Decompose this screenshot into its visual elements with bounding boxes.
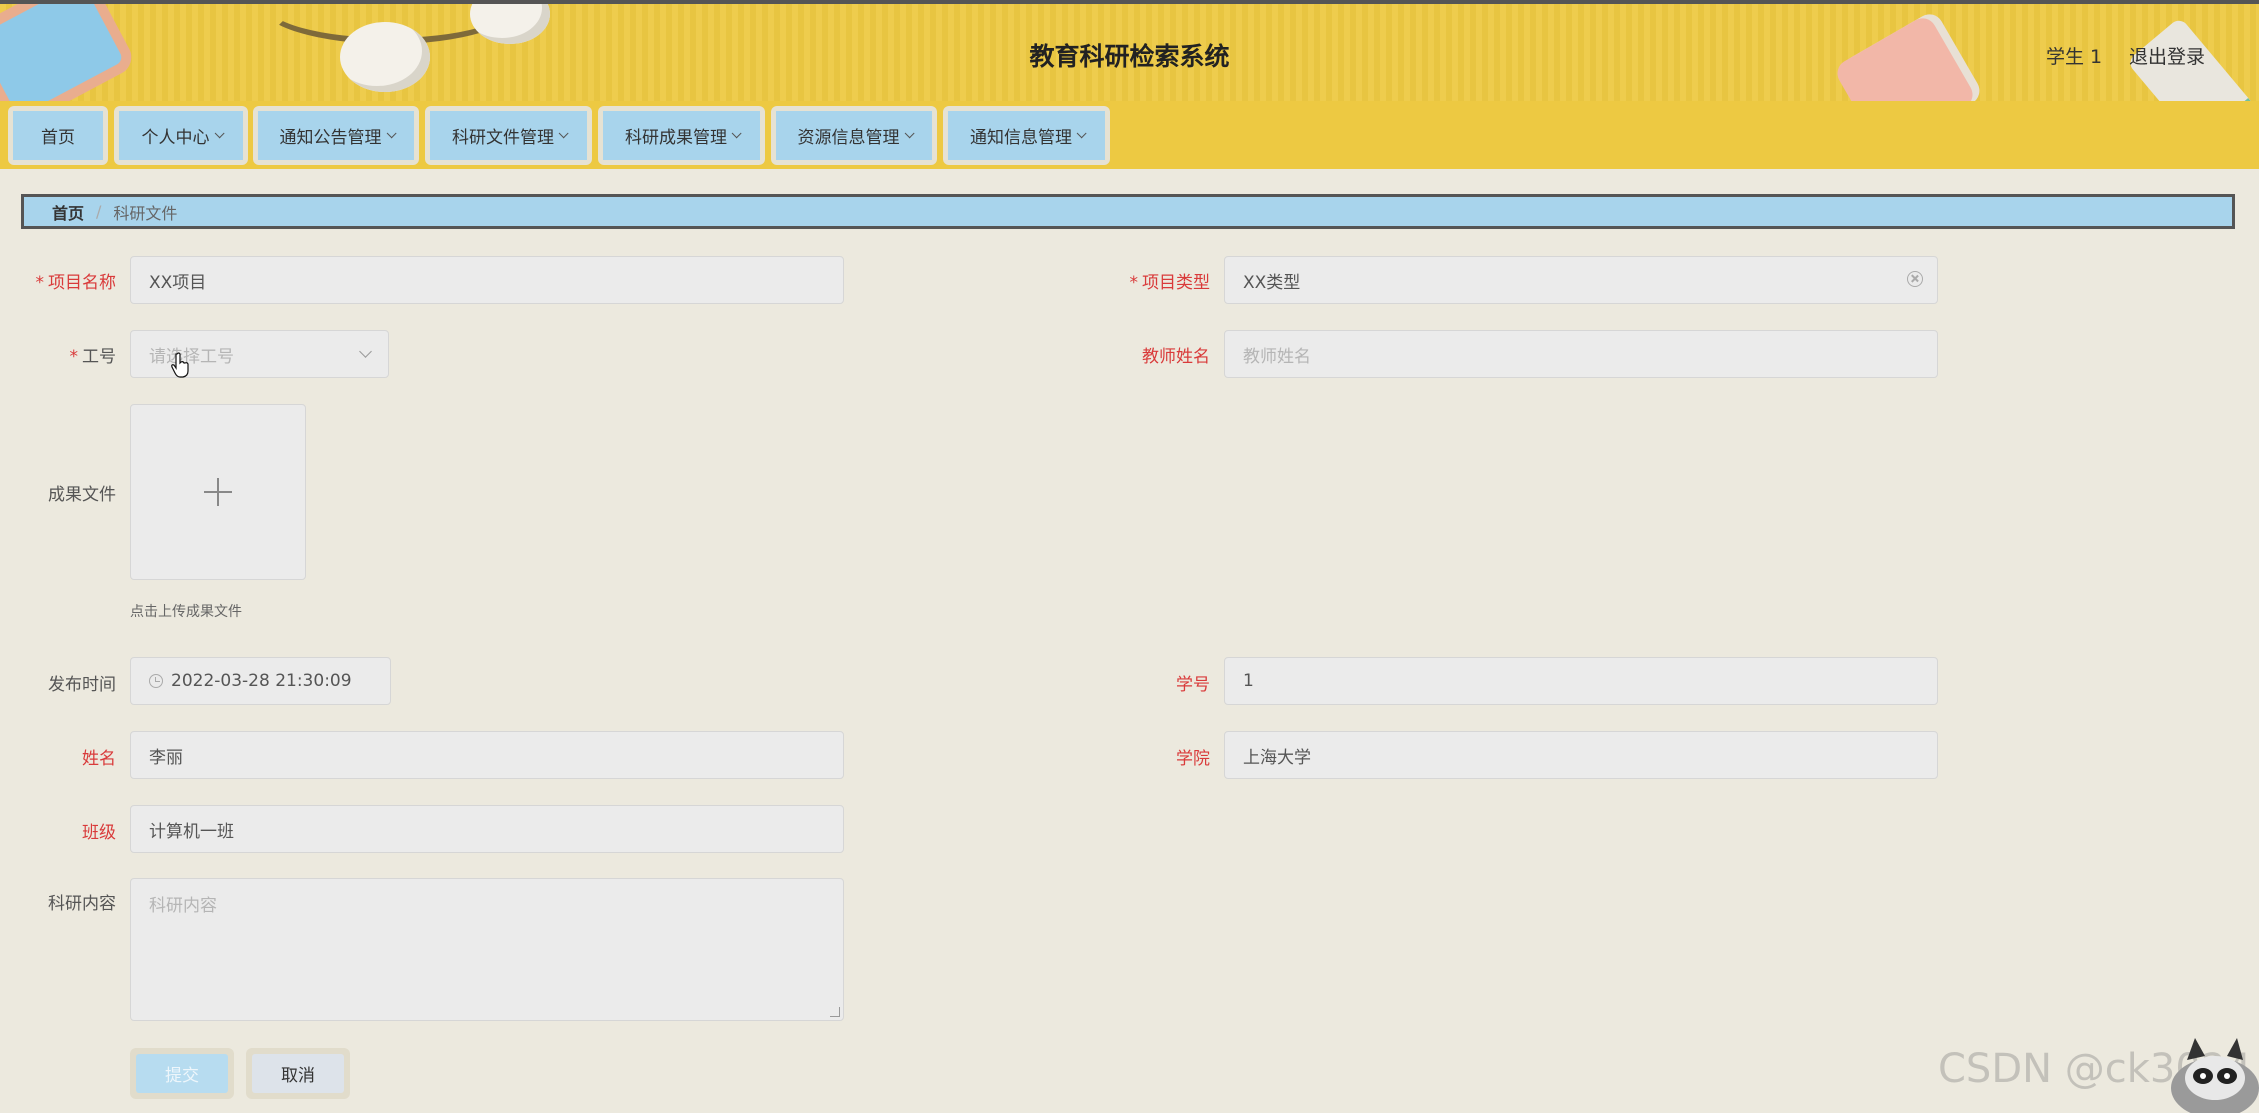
nav-item-research-file-management[interactable]: 科研文件管理 bbox=[425, 106, 592, 165]
project-type-input[interactable]: XX类型 bbox=[1224, 256, 1938, 304]
nav-item-personal-center[interactable]: 个人中心 bbox=[114, 106, 248, 165]
project-type-value: XX类型 bbox=[1243, 272, 1301, 293]
chevron-down-icon bbox=[386, 128, 397, 139]
chevron-down-icon bbox=[904, 128, 915, 139]
chevron-down-icon bbox=[359, 345, 372, 358]
breadcrumb-separator: / bbox=[96, 202, 102, 221]
nav-item-label: 个人中心 bbox=[141, 128, 210, 148]
submit-button-wrapper: 提交 bbox=[130, 1048, 234, 1099]
class-input[interactable]: 计算机一班 bbox=[130, 805, 844, 853]
cancel-button[interactable]: 取消 bbox=[252, 1054, 344, 1093]
cancel-button-wrapper: 取消 bbox=[246, 1048, 350, 1099]
student-no-label: 学号 bbox=[1176, 675, 1210, 695]
clock-icon bbox=[149, 674, 163, 688]
content-placeholder: 科研内容 bbox=[149, 896, 217, 916]
chevron-down-icon bbox=[731, 128, 742, 139]
hand-cursor-icon bbox=[171, 352, 189, 378]
nav-item-label: 科研文件管理 bbox=[452, 128, 554, 148]
content-textarea[interactable]: 科研内容 bbox=[130, 878, 844, 1021]
nav-item-label: 资源信息管理 bbox=[797, 128, 900, 148]
breadcrumb-home[interactable]: 首页 bbox=[52, 200, 84, 224]
college-value: 上海大学 bbox=[1243, 747, 1311, 768]
app-title: 教育科研检索系统 bbox=[1029, 42, 1230, 71]
result-file-label: 成果文件 bbox=[48, 485, 116, 505]
publish-time-picker[interactable]: 2022-03-28 21:30:09 bbox=[130, 657, 391, 705]
class-value: 计算机一班 bbox=[149, 821, 234, 842]
teacher-name-input[interactable]: 教师姓名 bbox=[1224, 330, 1938, 378]
submit-button[interactable]: 提交 bbox=[136, 1054, 228, 1093]
breadcrumb-current: 科研文件 bbox=[113, 203, 178, 223]
name-value: 李丽 bbox=[149, 747, 183, 768]
name-input[interactable]: 李丽 bbox=[130, 731, 844, 779]
class-label: 班级 bbox=[82, 823, 116, 843]
chevron-down-icon bbox=[1076, 128, 1087, 139]
clear-icon[interactable] bbox=[1907, 271, 1923, 287]
student-no-input[interactable]: 1 bbox=[1224, 657, 1938, 705]
nav-item-research-result-management[interactable]: 科研成果管理 bbox=[598, 106, 765, 165]
name-label: 姓名 bbox=[82, 749, 116, 769]
college-label: 学院 bbox=[1176, 749, 1210, 769]
nav-item-label: 首页 bbox=[41, 128, 75, 148]
top-nav: 首页 个人中心 通知公告管理 科研文件管理 科研成果管理 资源信息管理 通知信息… bbox=[0, 101, 2259, 169]
content-label: 科研内容 bbox=[48, 894, 116, 914]
student-no-value: 1 bbox=[1243, 671, 1254, 691]
project-name-value: XX项目 bbox=[149, 272, 207, 293]
logout-link[interactable]: 退出登录 bbox=[2129, 42, 2205, 69]
project-type-label: * 项目类型 bbox=[1129, 273, 1211, 293]
nav-item-label: 科研成果管理 bbox=[625, 128, 727, 148]
upload-hint: 点击上传成果文件 bbox=[130, 604, 242, 620]
nav-item-label: 通知信息管理 bbox=[970, 128, 1072, 148]
publish-time-value: 2022-03-28 21:30:09 bbox=[171, 671, 352, 691]
college-input[interactable]: 上海大学 bbox=[1224, 731, 1938, 779]
nav-item-home[interactable]: 首页 bbox=[8, 106, 108, 165]
job-no-label: * 工号 bbox=[69, 347, 117, 367]
upload-area[interactable] bbox=[130, 404, 306, 580]
current-user: 学生 1 bbox=[2046, 46, 2103, 68]
nav-item-resource-management[interactable]: 资源信息管理 bbox=[771, 106, 937, 165]
publish-time-label: 发布时间 bbox=[48, 675, 116, 695]
project-name-input[interactable]: XX项目 bbox=[130, 256, 844, 304]
raccoon-mascot-icon bbox=[2171, 1038, 2259, 1113]
breadcrumb: 首页 / 科研文件 bbox=[21, 194, 2235, 229]
resize-handle-icon[interactable] bbox=[830, 1007, 840, 1017]
chevron-down-icon bbox=[214, 128, 225, 139]
job-no-select[interactable]: 请选择工号 bbox=[130, 330, 389, 378]
teacher-name-label: 教师姓名 bbox=[1142, 347, 1210, 367]
plus-icon bbox=[204, 478, 232, 506]
teacher-name-placeholder: 教师姓名 bbox=[1243, 346, 1311, 367]
chevron-down-icon bbox=[558, 128, 569, 139]
project-name-label: * 项目名称 bbox=[35, 273, 117, 293]
job-no-placeholder: 请选择工号 bbox=[149, 346, 234, 367]
app-header: 教育科研检索系统 学生 1 退出登录 bbox=[0, 0, 2259, 101]
nav-item-notice-management[interactable]: 通知公告管理 bbox=[253, 106, 419, 165]
nav-item-notification-management[interactable]: 通知信息管理 bbox=[943, 106, 1110, 165]
nav-item-label: 通知公告管理 bbox=[279, 128, 382, 148]
